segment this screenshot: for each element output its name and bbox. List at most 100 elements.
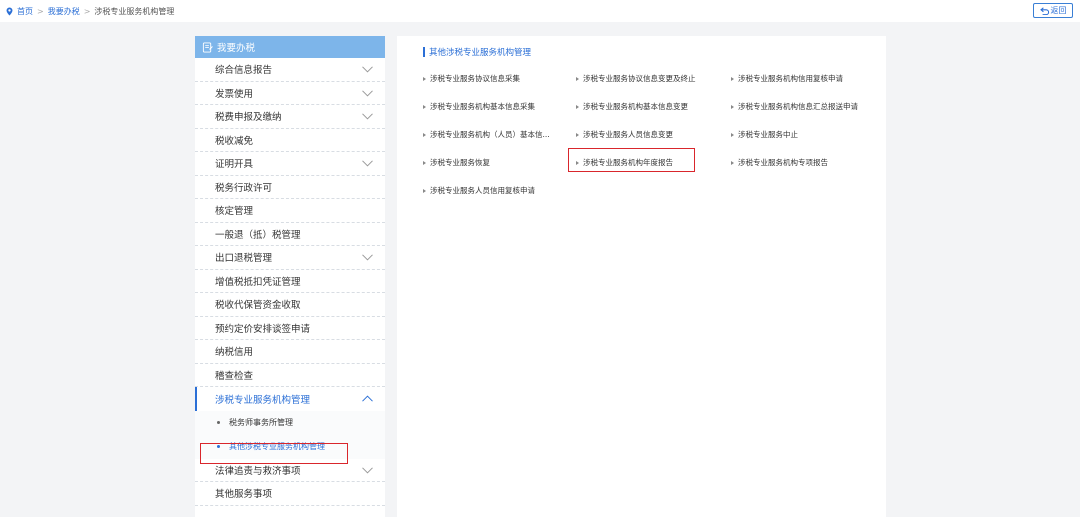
document-edit-icon — [202, 41, 213, 53]
sidebar-menu: 我要办税 综合信息报告 发票使用 税费申报及缴纳 税收减免 证明开具 税务行政许… — [195, 36, 385, 517]
sidebar-item-custody-funds[interactable]: 税收代保管资金收取 — [195, 293, 385, 317]
chevron-down-icon — [362, 113, 373, 120]
chevron-up-icon — [362, 395, 373, 402]
sidebar-item-assessment[interactable]: 核定管理 — [195, 199, 385, 223]
sidebar-item-label: 涉税专业服务机构管理 — [215, 394, 311, 406]
triangle-right-icon — [576, 160, 579, 165]
chevron-down-icon — [362, 254, 373, 261]
sidebar-subitem-label: 其他涉税专业服务机构管理 — [229, 442, 325, 451]
sidebar-header: 我要办税 — [195, 36, 385, 58]
sidebar-item-apa-application[interactable]: 预约定价安排谈签申请 — [195, 317, 385, 340]
return-arrow-icon — [1039, 6, 1049, 15]
sidebar-item-label: 核定管理 — [215, 206, 254, 218]
link-label: 涉税专业服务机构（人员）基本信... — [430, 130, 550, 139]
link-label: 涉税专业服务恢复 — [430, 158, 490, 167]
sidebar-item-general-info-report[interactable]: 综合信息报告 — [195, 58, 385, 82]
link-agreement-info-collection[interactable]: 涉税专业服务协议信息采集 — [423, 73, 520, 84]
sidebar-item-tax-filing-payment[interactable]: 税费申报及缴纳 — [195, 105, 385, 129]
sidebar-item-label: 纳税信用 — [215, 347, 254, 359]
link-service-suspension[interactable]: 涉税专业服务中止 — [731, 129, 798, 140]
link-agency-basic-info-change[interactable]: 涉税专业服务机构基本信息变更 — [576, 101, 688, 112]
link-label: 涉税专业服务机构专项报告 — [738, 158, 828, 167]
sidebar-item-admin-license[interactable]: 税务行政许可 — [195, 176, 385, 199]
link-personnel-credit-review[interactable]: 涉税专业服务人员信用复核申请 — [423, 185, 535, 196]
panel-title: 其他涉税专业服务机构管理 — [423, 46, 531, 58]
sidebar-subitem-label: 税务师事务所管理 — [229, 418, 293, 427]
sidebar-item-general-refund[interactable]: 一般退（抵）税管理 — [195, 223, 385, 246]
sidebar-item-label: 出口退税管理 — [215, 253, 273, 265]
triangle-right-icon — [731, 76, 734, 81]
chevron-down-icon — [362, 466, 373, 474]
link-label: 涉税专业服务机构信息汇总报送申请 — [738, 102, 858, 111]
sidebar-item-inspection[interactable]: 稽查检查 — [195, 364, 385, 387]
link-label: 涉税专业服务协议信息变更及终止 — [583, 74, 696, 83]
location-pin-icon — [6, 6, 13, 16]
sidebar-item-label: 证明开具 — [215, 159, 254, 171]
chevron-down-icon — [362, 89, 373, 97]
link-label: 涉税专业服务机构年度报告 — [583, 158, 673, 167]
sidebar-item-label: 其他服务事项 — [215, 489, 273, 501]
link-label: 涉税专业服务机构基本信息采集 — [430, 102, 535, 111]
sidebar-item-label: 税费申报及缴纳 — [215, 112, 282, 124]
bullet-dot-icon — [217, 445, 220, 448]
link-agency-annual-report[interactable]: 涉税专业服务机构年度报告 — [576, 157, 673, 168]
top-bar: 首页 > 我要办税 > 涉税专业服务机构管理 返回 — [0, 0, 1080, 22]
triangle-right-icon — [423, 132, 426, 137]
link-agency-special-report[interactable]: 涉税专业服务机构专项报告 — [731, 157, 828, 168]
link-service-resumption[interactable]: 涉税专业服务恢复 — [423, 157, 490, 168]
breadcrumb-home-link[interactable]: 首页 — [17, 6, 33, 17]
sidebar-item-label: 增值税抵扣凭证管理 — [215, 276, 301, 288]
breadcrumb-tax-link[interactable]: 我要办税 — [48, 6, 80, 17]
breadcrumb-separator: > — [37, 6, 44, 16]
link-personnel-info-change[interactable]: 涉税专业服务人员信息变更 — [576, 129, 673, 140]
link-agency-info-summary-submit[interactable]: 涉税专业服务机构信息汇总报送申请 — [731, 101, 858, 112]
back-button[interactable]: 返回 — [1033, 3, 1073, 18]
triangle-right-icon — [576, 76, 579, 81]
sidebar-subitem-tax-firm-management[interactable]: 税务师事务所管理 — [195, 410, 385, 435]
link-agency-basic-info-collection[interactable]: 涉税专业服务机构基本信息采集 — [423, 101, 535, 112]
triangle-right-icon — [731, 132, 734, 137]
link-label: 涉税专业服务机构信用复核申请 — [738, 74, 843, 83]
link-label: 涉税专业服务机构基本信息变更 — [583, 102, 688, 111]
sidebar-item-label: 税务行政许可 — [215, 182, 273, 194]
panel-title-text: 其他涉税专业服务机构管理 — [429, 48, 532, 58]
sidebar-item-tax-credit[interactable]: 纳税信用 — [195, 340, 385, 364]
sidebar-item-label: 发票使用 — [215, 88, 254, 100]
title-accent-bar — [423, 47, 425, 57]
sidebar-item-export-refund[interactable]: 出口退税管理 — [195, 246, 385, 270]
triangle-right-icon — [423, 104, 426, 109]
sidebar-item-label: 预约定价安排谈签申请 — [215, 323, 311, 335]
triangle-right-icon — [576, 132, 579, 137]
sidebar-item-label: 税收代保管资金收取 — [215, 300, 301, 312]
sidebar-item-invoice-use[interactable]: 发票使用 — [195, 82, 385, 105]
link-label: 涉税专业服务中止 — [738, 130, 798, 139]
back-button-label: 返回 — [1050, 6, 1067, 15]
link-label: 涉税专业服务人员信用复核申请 — [430, 186, 535, 195]
sidebar-item-other-services[interactable]: 其他服务事项 — [195, 482, 385, 506]
sidebar-item-label: 稽查检查 — [215, 370, 254, 382]
sidebar-item-tax-relief[interactable]: 税收减免 — [195, 129, 385, 152]
sidebar-item-vat-deduction[interactable]: 增值税抵扣凭证管理 — [195, 270, 385, 293]
triangle-right-icon — [423, 76, 426, 81]
breadcrumb-current: 涉税专业服务机构管理 — [94, 6, 175, 16]
breadcrumb: 首页 > 我要办税 > 涉税专业服务机构管理 — [5, 4, 174, 18]
triangle-right-icon — [731, 160, 734, 165]
link-agency-credit-review[interactable]: 涉税专业服务机构信用复核申请 — [731, 73, 843, 84]
sidebar-item-certificates[interactable]: 证明开具 — [195, 152, 385, 176]
sidebar-item-label: 综合信息报告 — [215, 65, 273, 77]
content-panel: 其他涉税专业服务机构管理 涉税专业服务协议信息采集 涉税专业服务协议信息变更及终… — [397, 36, 886, 517]
triangle-right-icon — [731, 104, 734, 109]
sidebar-item-tax-agency-management[interactable]: 涉税专业服务机构管理 — [195, 387, 385, 411]
breadcrumb-separator: > — [83, 6, 91, 16]
sidebar-item-label: 法律追责与救济事项 — [215, 465, 301, 477]
triangle-right-icon — [423, 188, 426, 193]
sidebar-subitem-other-agency-management[interactable]: 其他涉税专业服务机构管理 — [195, 434, 385, 459]
chevron-down-icon — [362, 66, 373, 73]
link-agreement-change-termination[interactable]: 涉税专业服务协议信息变更及终止 — [576, 73, 696, 84]
sidebar-item-label: 一般退（抵）税管理 — [215, 229, 301, 241]
sidebar-item-legal-remedy[interactable]: 法律追责与救济事项 — [195, 459, 385, 482]
link-agency-personnel-basic-info[interactable]: 涉税专业服务机构（人员）基本信... — [423, 129, 550, 140]
sidebar-item-label: 税收减免 — [215, 135, 254, 147]
link-label: 涉税专业服务人员信息变更 — [583, 130, 673, 139]
bullet-dot-icon — [217, 421, 220, 424]
